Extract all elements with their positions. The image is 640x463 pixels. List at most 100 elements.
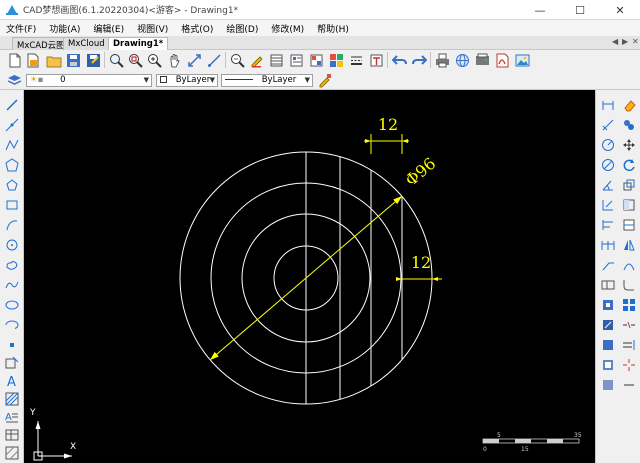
- polyline-tool-icon[interactable]: [3, 136, 21, 153]
- table-tool-icon[interactable]: [3, 426, 21, 443]
- dim-radius-icon[interactable]: [599, 136, 617, 153]
- offset-icon[interactable]: [620, 256, 638, 273]
- zoom-realtime-icon[interactable]: [108, 52, 125, 69]
- gradient-tool-icon[interactable]: [3, 444, 21, 461]
- dim-diameter-icon[interactable]: [599, 156, 617, 173]
- pan-icon[interactable]: [166, 52, 183, 69]
- block-icon[interactable]: [308, 52, 325, 69]
- ellipse-arc-tool-icon[interactable]: [3, 316, 21, 333]
- color-palette-icon[interactable]: [328, 52, 345, 69]
- new-file-icon[interactable]: [6, 52, 23, 69]
- open-file-icon[interactable]: [25, 52, 42, 69]
- pencil-icon[interactable]: [248, 52, 265, 69]
- layer-select[interactable]: ☀▪ 0 ▼: [26, 74, 152, 87]
- zoom-previous-icon[interactable]: [186, 52, 203, 69]
- pentagon-tool-icon[interactable]: [3, 176, 21, 193]
- dim-baseline-icon[interactable]: [599, 216, 617, 233]
- save-as-icon[interactable]: [85, 52, 102, 69]
- redo-arrow-icon[interactable]: [411, 52, 428, 69]
- text-tool-icon[interactable]: A: [3, 372, 21, 389]
- maximize-button[interactable]: ☐: [560, 0, 600, 20]
- copy-icon[interactable]: [620, 116, 638, 133]
- arc-tool-icon[interactable]: [3, 216, 21, 233]
- globe-icon[interactable]: [454, 52, 471, 69]
- dim-continue-icon[interactable]: [599, 236, 617, 253]
- dim-top-text[interactable]: 12: [378, 115, 398, 134]
- xline-tool-icon[interactable]: [3, 116, 21, 133]
- extend-icon[interactable]: [620, 336, 638, 353]
- menu-file[interactable]: 文件(F): [6, 22, 36, 35]
- zoom-extents-icon[interactable]: [146, 52, 163, 69]
- layers-icon[interactable]: [6, 72, 23, 89]
- spline-tool-icon[interactable]: [3, 276, 21, 293]
- undo-arrow-icon[interactable]: [391, 52, 408, 69]
- tab-scroll-right-button[interactable]: ▶: [622, 37, 628, 46]
- match-properties-icon[interactable]: [316, 72, 333, 89]
- close-button[interactable]: ✕: [600, 0, 640, 20]
- move-icon[interactable]: [620, 136, 638, 153]
- break-icon[interactable]: [620, 316, 638, 333]
- pdf-icon[interactable]: [494, 52, 511, 69]
- dim-angular-icon[interactable]: [599, 176, 617, 193]
- measure-icon[interactable]: [206, 52, 223, 69]
- dim-update-icon[interactable]: [599, 356, 617, 373]
- drawing-svg[interactable]: 12 12 Φ96 Y X 5 35 0 15: [24, 90, 595, 463]
- scale-icon[interactable]: [620, 176, 638, 193]
- insert-block-icon[interactable]: [3, 336, 21, 353]
- revcloud-tool-icon[interactable]: [3, 256, 21, 273]
- mtext-tool-icon[interactable]: A: [3, 408, 21, 425]
- tab-close-button[interactable]: ✕: [632, 37, 639, 46]
- polygon-tool-icon[interactable]: [3, 156, 21, 173]
- zoom-scale-icon[interactable]: [229, 52, 246, 69]
- stretch-icon[interactable]: [620, 196, 638, 213]
- dim-center-icon[interactable]: [599, 296, 617, 313]
- rotate-icon[interactable]: [620, 156, 638, 173]
- dim-linear-icon[interactable]: [599, 96, 617, 113]
- erase-icon[interactable]: [620, 96, 638, 113]
- dim-right-text[interactable]: 12: [411, 253, 431, 272]
- array-icon[interactable]: [620, 296, 638, 313]
- dim-leader-icon[interactable]: [599, 256, 617, 273]
- trim-icon[interactable]: [620, 216, 638, 233]
- menu-draw[interactable]: 绘图(D): [226, 22, 258, 35]
- menu-view[interactable]: 视图(V): [137, 22, 168, 35]
- menu-modify[interactable]: 修改(M): [271, 22, 304, 35]
- line-tool-icon[interactable]: [3, 96, 21, 113]
- dim-edit-icon[interactable]: [599, 316, 617, 333]
- properties-icon[interactable]: [288, 52, 305, 69]
- explode-icon[interactable]: [620, 356, 638, 373]
- tab-mxcloud[interactable]: MxCloud: [63, 37, 110, 50]
- save-icon[interactable]: [65, 52, 82, 69]
- zoom-window-icon[interactable]: [127, 52, 144, 69]
- menu-function[interactable]: 功能(A): [49, 22, 80, 35]
- join-icon[interactable]: [620, 376, 638, 393]
- ellipse-tool-icon[interactable]: [3, 296, 21, 313]
- drawing-canvas[interactable]: 12 12 Φ96 Y X 5 35 0 15: [24, 90, 595, 463]
- dim-tolerance-icon[interactable]: [599, 276, 617, 293]
- make-block-icon[interactable]: [3, 354, 21, 371]
- color-select[interactable]: ByLayer ▼: [156, 74, 218, 87]
- hatch-tool-icon[interactable]: [3, 390, 21, 407]
- dim-aligned-icon[interactable]: [599, 116, 617, 133]
- circle-tool-icon[interactable]: [3, 236, 21, 253]
- minimize-button[interactable]: —: [520, 0, 560, 20]
- rectangle-tool-icon[interactable]: [3, 196, 21, 213]
- tab-scroll-left-button[interactable]: ◀: [612, 37, 618, 46]
- layer-manager-icon[interactable]: [268, 52, 285, 69]
- dim-text-edit-icon[interactable]: [599, 336, 617, 353]
- plot-icon[interactable]: [474, 52, 491, 69]
- folder-icon[interactable]: [45, 52, 62, 69]
- image-icon[interactable]: [514, 52, 531, 69]
- linetype-icon[interactable]: [348, 52, 365, 69]
- mirror-icon[interactable]: [620, 236, 638, 253]
- menu-help[interactable]: 帮助(H): [317, 22, 349, 35]
- tab-drawing1[interactable]: Drawing1*: [108, 37, 169, 50]
- dim-ordinate-icon[interactable]: [599, 196, 617, 213]
- linetype-select[interactable]: ByLayer ▼: [221, 74, 313, 87]
- text-style-icon[interactable]: [368, 52, 385, 69]
- fillet-icon[interactable]: [620, 276, 638, 293]
- menu-format[interactable]: 格式(O): [181, 22, 213, 35]
- dim-style-icon[interactable]: [599, 376, 617, 393]
- print-icon[interactable]: [434, 52, 451, 69]
- dim-diameter-text[interactable]: Φ96: [402, 154, 440, 190]
